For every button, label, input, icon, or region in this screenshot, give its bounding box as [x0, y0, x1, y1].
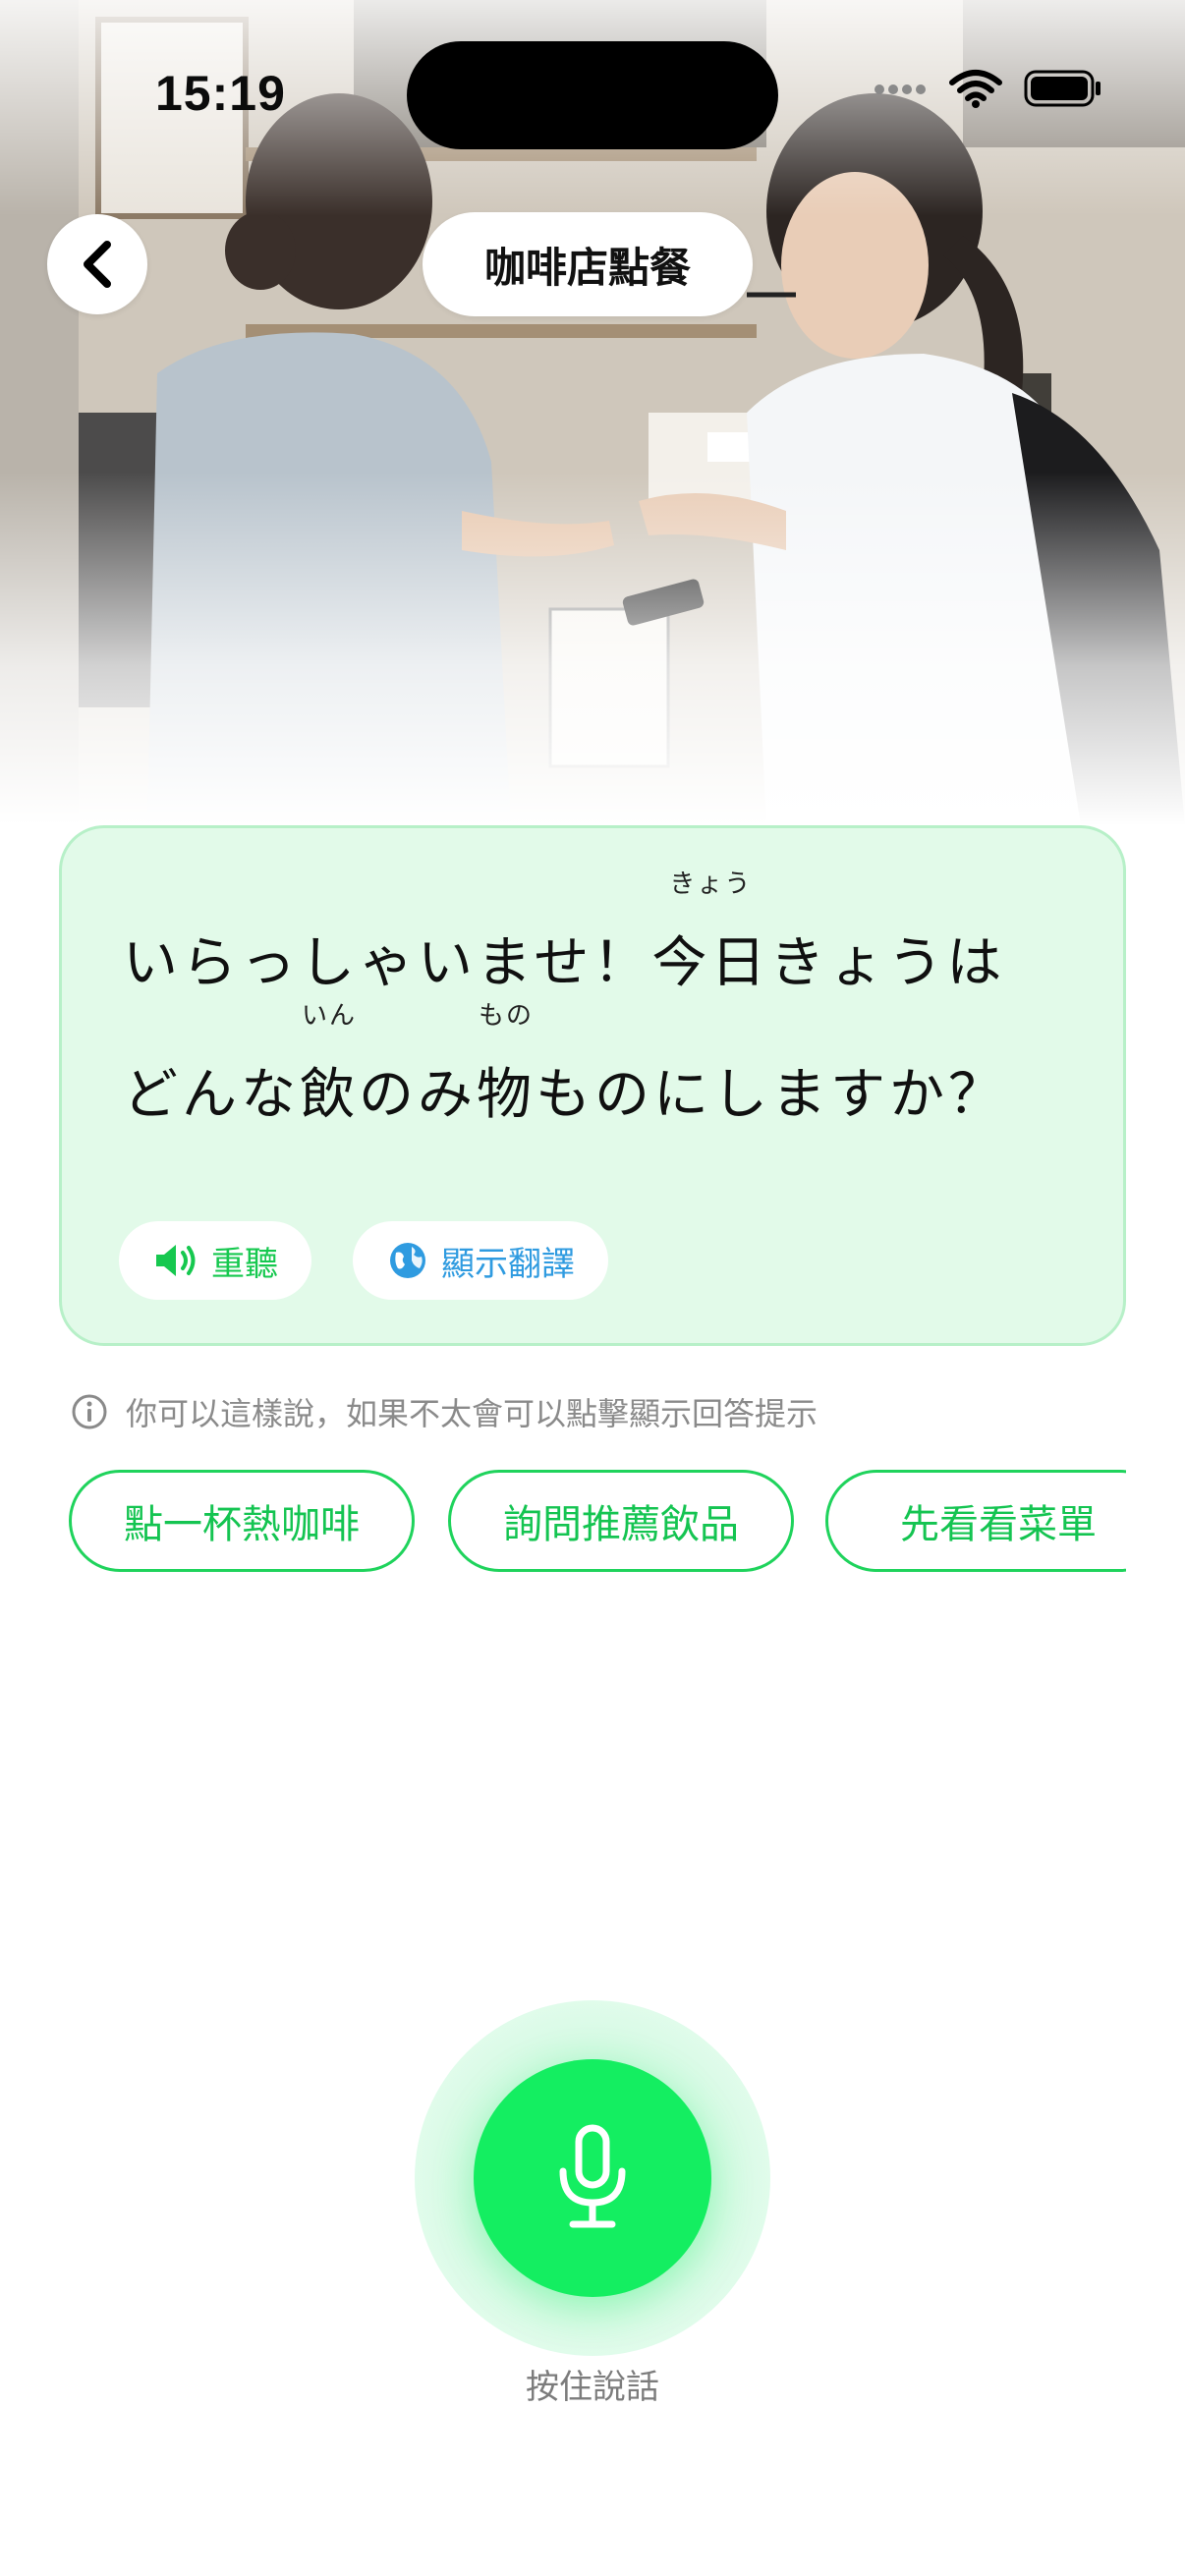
furigana: もの	[478, 1001, 535, 1031]
dialogue-card: いらっしゃいませ！ きょう 今日きょうは どんな いん 飲のみ もの 物ものにしますか？ 重…	[59, 825, 1126, 1346]
dialogue-text: のみ	[359, 1063, 477, 1127]
wifi-icon	[949, 69, 1002, 112]
status-icons	[873, 69, 1102, 112]
microphone-icon	[559, 2124, 626, 2228]
ruby-word: もの物	[477, 1001, 536, 1130]
replay-button[interactable]: 重聽	[119, 1221, 311, 1300]
furigana: いん	[301, 1001, 358, 1031]
conversation-screen: 15:19 咖啡店點餐 いらっしゃいませ！ きょう 今日きょうは どんな いん …	[0, 0, 1185, 2576]
suggestion-chips: 點一杯熱咖啡 詢問推薦飲品 先看看菜單	[69, 1470, 1126, 1574]
suggestion-chip[interactable]: 先看看菜單	[825, 1470, 1126, 1572]
ruby-base: 飲	[300, 1063, 359, 1127]
dialogue-text: どんな	[123, 1063, 300, 1127]
ruby-base: 今日	[651, 931, 770, 995]
status-time: 15:19	[155, 66, 286, 121]
back-button[interactable]	[47, 214, 147, 314]
info-icon	[72, 1394, 107, 1429]
dialogue-line-1: いらっしゃいませ！ きょう 今日きょうは	[123, 869, 1006, 998]
suggestion-chip[interactable]: 詢問推薦飲品	[448, 1470, 794, 1572]
dialogue-text: きょうは	[769, 931, 1006, 995]
battery-icon	[1024, 70, 1102, 111]
back-chevron-icon	[84, 241, 111, 288]
mic-label: 按住說話	[526, 2368, 659, 2407]
globe-icon	[390, 1243, 425, 1278]
ruby-base: 物	[477, 1063, 536, 1127]
signal-icon	[873, 82, 928, 100]
replay-label: 重聽	[211, 1244, 278, 1284]
scene-title: 咖啡店點餐	[423, 212, 753, 316]
hold-to-talk-button[interactable]	[474, 2059, 711, 2297]
hint-text: 你可以這樣說，如果不太會可以點擊顯示回答提示	[126, 1395, 818, 1432]
ruby-word: きょう 今日	[651, 869, 770, 998]
furigana: きょう	[669, 869, 753, 899]
dynamic-island	[407, 41, 778, 149]
dialogue-line-2: どんな いん 飲のみ もの 物ものにしますか？	[123, 1001, 1007, 1130]
ruby-word: いん飲	[300, 1001, 359, 1130]
suggestion-chip[interactable]: 點一杯熱咖啡	[69, 1470, 415, 1572]
dialogue-text: ものにしますか？	[536, 1063, 1007, 1127]
answer-hint: 你可以這樣說，如果不太會可以點擊顯示回答提示	[71, 1389, 818, 1434]
dialogue-text: いらっしゃいませ！	[123, 931, 652, 995]
translate-label: 顯示翻譯	[441, 1244, 575, 1284]
speaker-icon	[156, 1245, 196, 1276]
show-translation-button[interactable]: 顯示翻譯	[353, 1221, 608, 1300]
